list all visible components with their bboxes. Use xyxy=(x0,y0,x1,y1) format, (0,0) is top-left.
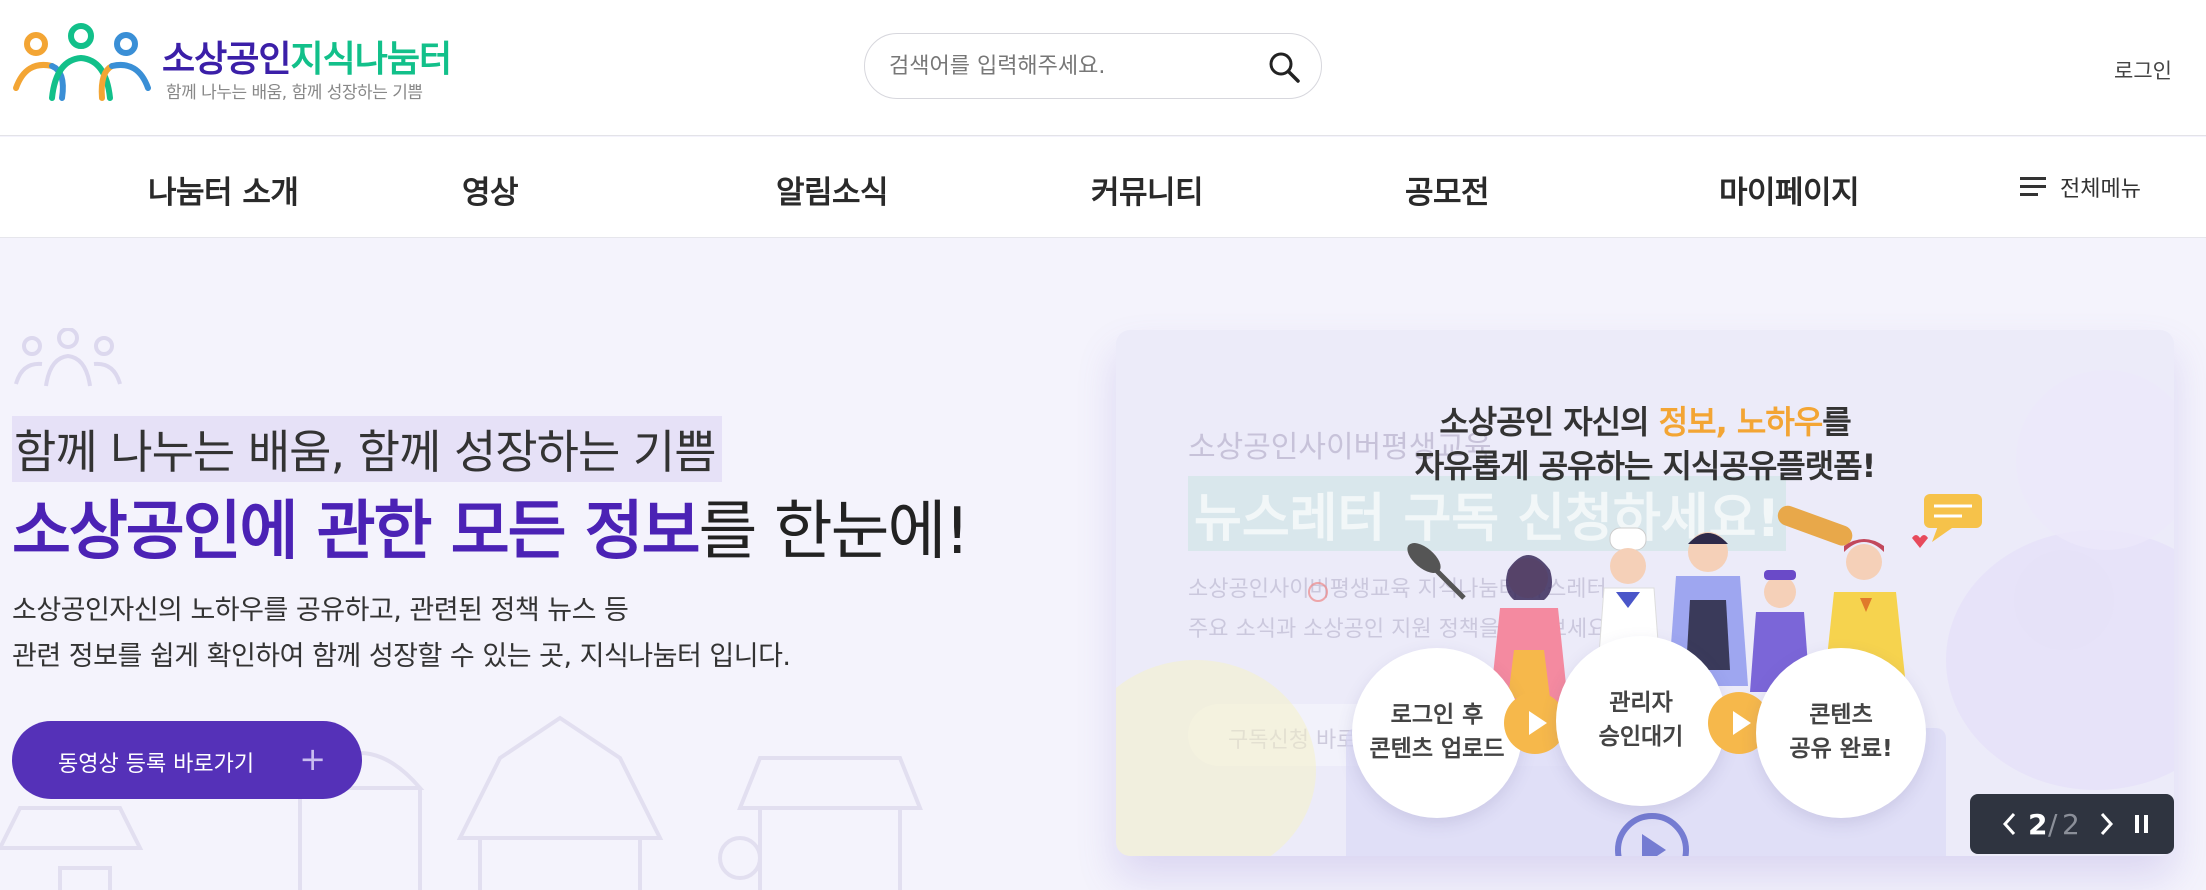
hero-description: 소상공인자신의 노하우를 공유하고, 관련된 정책 뉴스 등 관련 정보를 쉽게… xyxy=(12,588,791,680)
hero-headline-rest: 를 한눈에! xyxy=(698,495,971,569)
nav-item-news[interactable]: 알림소식 xyxy=(776,167,889,212)
slider-controls: 2 / 2 xyxy=(1970,794,2174,854)
login-link[interactable]: 로그인 xyxy=(2114,55,2172,85)
nav-item-community[interactable]: 커뮤니티 xyxy=(1091,167,1204,212)
video-register-button[interactable]: 동영상 등록 바로가기 + xyxy=(12,721,362,799)
site-logo[interactable]: 소상공인지식나눔터 함께 나누는 배움, 함께 성장하는 기쁨 xyxy=(12,22,452,108)
page: 소상공인지식나눔터 함께 나누는 배움, 함께 성장하는 기쁨 로그인 나눔터 … xyxy=(0,0,2206,890)
step-shared: 콘텐츠 공유 완료! xyxy=(1756,648,1926,818)
all-menu-label: 전체메뉴 xyxy=(2060,177,2141,202)
logo-subtitle: 함께 나누는 배움, 함께 성장하는 기쁨 xyxy=(166,83,423,103)
plus-icon: + xyxy=(299,740,326,778)
chevron-right-icon[interactable] xyxy=(2098,810,2116,838)
slide-headline: 소상공인 자신의 정보, 노하우를 자유롭게 공유하는 지식공유플랫폼! xyxy=(1116,400,2174,488)
hero-description-line2: 관련 정보를 쉽게 확인하여 함께 성장할 수 있는 곳, 지식나눔터 입니다. xyxy=(12,641,791,672)
step-upload: 로그인 후 콘텐츠 업로드 xyxy=(1352,648,1522,818)
logo-title: 소상공인지식나눔터 xyxy=(162,39,452,80)
chevron-left-icon[interactable] xyxy=(2000,810,2018,838)
main-nav: 나눔터 소개 영상 알림소식 커뮤니티 공모전 마이페이지 전체메뉴 xyxy=(0,137,2206,238)
slider-total-pages: 2 xyxy=(2062,808,2080,841)
nav-item-mypage[interactable]: 마이페이지 xyxy=(1719,167,1860,212)
nav-item-video[interactable]: 영상 xyxy=(462,167,519,212)
search-input[interactable] xyxy=(889,48,1249,84)
people-decoration-icon xyxy=(14,328,122,387)
hero-description-line1: 소상공인자신의 노하우를 공유하고, 관련된 정책 뉴스 등 xyxy=(12,595,629,626)
nav-item-contest[interactable]: 공모전 xyxy=(1405,167,1490,212)
hero-section: 함께 나누는 배움, 함께 성장하는 기쁨 소상공인에 관한 모든 정보를 한눈… xyxy=(0,238,2206,890)
search-icon[interactable] xyxy=(1267,50,1301,84)
slide-headline-highlight: 정보, 노하우 xyxy=(1658,403,1823,441)
hero-headline: 소상공인에 관한 모든 정보를 한눈에! xyxy=(12,480,971,572)
hero-tagline: 함께 나누는 배움, 함께 성장하는 기쁨 xyxy=(12,416,722,482)
site-header: 소상공인지식나눔터 함께 나누는 배움, 함께 성장하는 기쁨 로그인 xyxy=(0,0,2206,136)
slide-headline-line2: 자유롭게 공유하는 지식공유플랫폼! xyxy=(1414,447,1876,485)
step-approval: 관리자 승인대기 xyxy=(1556,636,1726,806)
banner-slide[interactable]: 소상공인사이버평생교육 뉴스레터 구독 신청하세요! 소상공인사이버평생교육 지… xyxy=(1116,330,2174,856)
hamburger-icon xyxy=(2020,177,2046,197)
search-box xyxy=(864,33,1322,99)
slider-current-page: 2 xyxy=(2028,808,2048,841)
pause-icon[interactable] xyxy=(2134,814,2150,834)
nav-item-about[interactable]: 나눔터 소개 xyxy=(148,167,299,212)
people-logo-icon xyxy=(13,23,151,101)
video-register-label: 동영상 등록 바로가기 xyxy=(58,752,255,777)
slider-page-separator: / xyxy=(2048,808,2058,841)
hero-headline-emphasis: 소상공인에 관한 모든 정보 xyxy=(12,495,701,569)
